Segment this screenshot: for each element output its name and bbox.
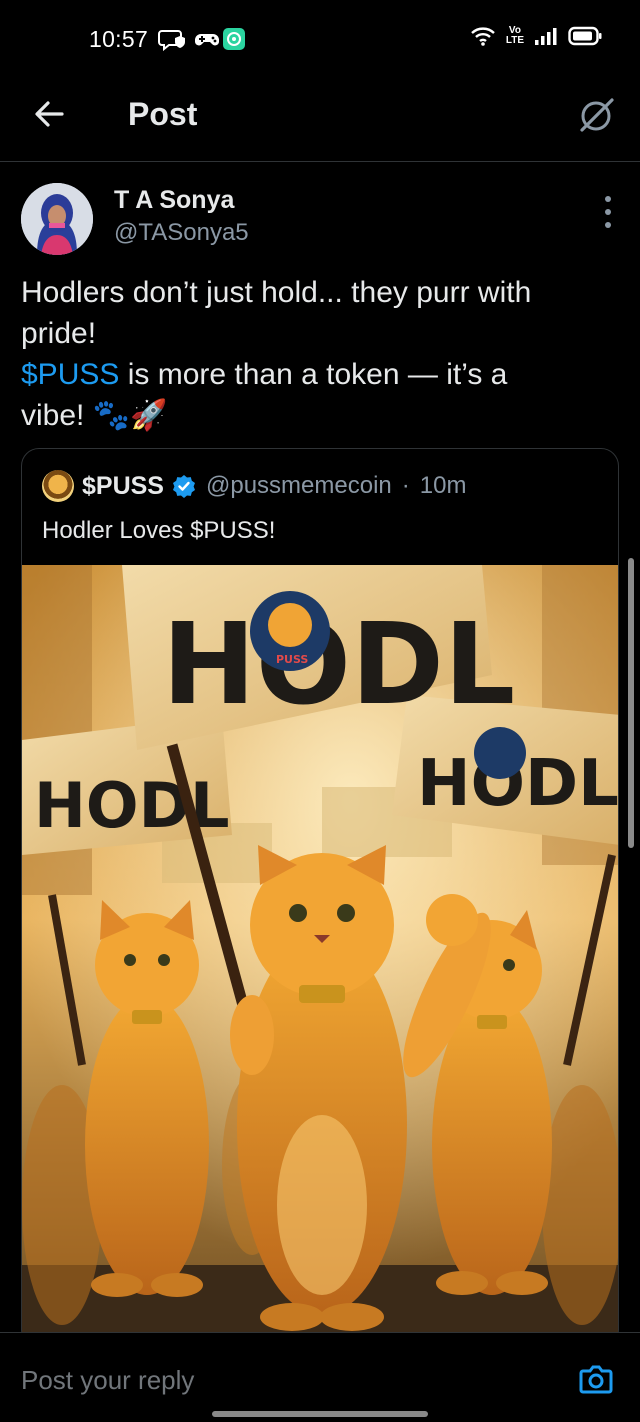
home-indicator[interactable]	[212, 1411, 428, 1417]
status-bar: 10:57 Vo LTE	[0, 0, 640, 80]
page-title: Post	[128, 96, 198, 132]
dot-icon	[605, 222, 611, 228]
sign-badge-text: PUSS	[276, 653, 308, 666]
app-badge-icon	[223, 28, 245, 50]
sign-text-main: HODL	[162, 600, 515, 730]
volte-bottom: LTE	[505, 35, 524, 46]
quoted-author-name: $PUSS	[82, 471, 164, 500]
status-time: 10:57	[89, 26, 149, 52]
avatar-image	[21, 183, 93, 255]
post-text-segment: is more than a token — it’s a	[119, 358, 508, 391]
reply-bar: Post your reply	[0, 1332, 640, 1422]
post-text: Hodlers don’t just hold... they purr wit…	[21, 272, 611, 436]
dot-icon	[605, 196, 611, 202]
cashtag-link[interactable]: $PUSS	[21, 358, 119, 391]
post-text-line: Hodlers don’t just hold... they purr wit…	[21, 276, 532, 309]
signal-icon	[535, 28, 557, 45]
meta-separator: ·	[401, 472, 410, 499]
volte-indicator: Vo LTE	[506, 26, 524, 46]
battery-icon	[568, 26, 602, 46]
post-text-line: vibe! 🐾🚀	[21, 399, 168, 432]
dot-icon	[605, 209, 611, 215]
author-avatar[interactable]	[21, 183, 93, 255]
reply-input[interactable]: Post your reply	[21, 1365, 194, 1396]
quoted-post-time: 10m	[419, 472, 467, 499]
quoted-post-text: Hodler Loves $PUSS!	[42, 517, 276, 544]
quoted-author-handle: @pussmemecoin	[205, 472, 392, 499]
gamepad-icon	[195, 34, 219, 46]
quoted-avatar	[42, 470, 74, 502]
author-handle[interactable]: @TASonya5	[114, 219, 249, 247]
grok-icon[interactable]	[576, 94, 618, 136]
quoted-post-card[interactable]: $PUSS @pussmemecoin · 10m Hodler Loves $…	[21, 448, 619, 1348]
hodl-cats-illustration: HODL HODL HODL PUSS	[22, 565, 618, 1347]
quoted-post-header: $PUSS @pussmemecoin · 10m	[42, 469, 466, 503]
cat-left	[85, 900, 209, 1297]
more-options-icon[interactable]	[604, 196, 612, 228]
scrollbar[interactable]	[628, 558, 634, 848]
camera-icon[interactable]	[578, 1361, 614, 1397]
status-right: Vo LTE	[470, 25, 602, 47]
quoted-post-image[interactable]: HODL HODL HODL PUSS	[22, 565, 618, 1347]
top-app-bar: Post	[0, 80, 640, 162]
post-text-line: $PUSS is more than a token — it’s a	[21, 354, 611, 395]
verified-badge-icon	[172, 475, 195, 498]
post-text-line: pride!	[21, 317, 97, 350]
wifi-icon	[471, 27, 495, 46]
author-name[interactable]: T A Sonya	[114, 186, 234, 215]
shield-chat-icon	[158, 30, 185, 51]
arrow-left-icon[interactable]	[30, 94, 70, 134]
